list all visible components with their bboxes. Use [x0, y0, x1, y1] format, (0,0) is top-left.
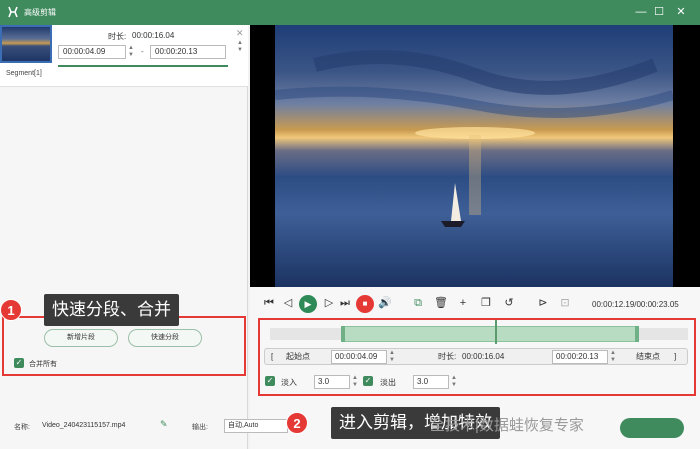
edit-name-icon[interactable]: ✎ — [160, 419, 168, 430]
start-time-stepper[interactable]: ▲ ▼ — [388, 350, 396, 364]
trim-duration-value: 00:00:16.04 — [462, 352, 505, 361]
video-frame — [275, 25, 673, 287]
minimize-icon[interactable]: — — [634, 5, 648, 19]
split-icon[interactable]: ⧉ — [411, 296, 425, 310]
end-bracket: ] — [674, 352, 677, 361]
timeline-selection[interactable] — [343, 326, 637, 342]
output-label: 输出: — [192, 424, 208, 431]
time-separator: - — [141, 47, 144, 56]
segment-progress-bar — [58, 65, 228, 67]
end-time-stepper[interactable]: ▲ ▼ — [609, 350, 617, 364]
step-back-icon[interactable]: ◁ — [281, 296, 295, 310]
time-readout: 00:00:12.19/00:00:23.05 — [592, 300, 679, 309]
skip-to-start-icon[interactable]: ⏮ — [262, 296, 276, 310]
playhead[interactable] — [495, 320, 497, 344]
output-select[interactable]: 自动,Auto — [224, 419, 288, 433]
quick-split-button[interactable]: 快速分段 — [128, 329, 202, 347]
skip-to-end-icon[interactable]: ⏭ — [338, 296, 352, 310]
step-badge-2: 2 — [286, 412, 308, 434]
segment-end-field[interactable]: 00:00:20.13 — [150, 45, 226, 59]
callout-1: 快速分段、合并 — [44, 294, 179, 326]
delete-icon[interactable]: 🗑 — [434, 296, 448, 310]
trim-end-handle[interactable] — [635, 326, 639, 342]
app-logo-icon — [6, 5, 20, 19]
segment-label: Segment[1] — [6, 70, 42, 77]
trim-start-handle[interactable] — [341, 326, 345, 342]
segment-duration-value: 00:00:16.04 — [132, 31, 175, 40]
step-badge-1: 1 — [0, 299, 22, 321]
mark-in-icon[interactable]: ⊳ — [536, 296, 550, 310]
undo-icon[interactable]: ↺ — [502, 296, 516, 310]
segment-start-field[interactable]: 00:00:04.09 — [58, 45, 126, 59]
segment-panel: Segment[1] 时长: 00:00:16.04 00:00:04.09 ▲… — [0, 25, 248, 449]
remove-segment-icon[interactable]: ✕ — [236, 28, 244, 39]
copy-icon[interactable]: ❐ — [479, 296, 493, 310]
add-icon[interactable]: + — [456, 296, 470, 310]
segment-duration-label: 时长: — [108, 32, 127, 41]
start-time-field[interactable]: 00:00:04.09 — [331, 350, 387, 364]
fade-in-field[interactable]: 3.0 — [314, 375, 350, 389]
sailboat-image — [275, 50, 673, 227]
stop-button[interactable]: ■ — [356, 295, 374, 313]
new-segment-button[interactable]: 新增片段 — [44, 329, 118, 347]
start-button[interactable] — [620, 418, 684, 438]
window-title: 高级剪辑 — [24, 8, 56, 17]
watermark: 全技术|数据蛙恢复专家 — [430, 417, 584, 434]
fade-in-checkbox[interactable]: ✓ — [265, 376, 275, 386]
segment-start-stepper[interactable]: ▲ ▼ — [127, 45, 135, 59]
fade-in-label: 淡入 — [281, 378, 297, 387]
trim-duration-label: 时长: — [438, 352, 457, 361]
fade-in-stepper[interactable]: ▲ ▼ — [351, 375, 359, 389]
name-label: 名称: — [14, 424, 30, 431]
fade-out-stepper[interactable]: ▲ ▼ — [450, 375, 458, 389]
merge-all-label: 合并所有 — [29, 361, 57, 368]
set-end-button[interactable]: 结束点 — [636, 348, 660, 365]
segment-end-stepper[interactable]: ▲ ▼ — [236, 40, 244, 54]
mark-out-icon[interactable]: ⊡ — [558, 296, 572, 310]
volume-icon[interactable]: 🔊 — [378, 296, 392, 310]
file-name: Video_240423115157.mp4 — [42, 422, 126, 429]
start-bracket: [ — [271, 352, 274, 361]
end-time-field[interactable]: 00:00:20.13 — [552, 350, 608, 364]
maximize-icon[interactable]: ☐ — [652, 5, 666, 19]
fade-out-field[interactable]: 3.0 — [413, 375, 449, 389]
segment-card[interactable]: Segment[1] 时长: 00:00:16.04 00:00:04.09 ▲… — [0, 25, 248, 87]
step-forward-icon[interactable]: ▷ — [322, 296, 336, 310]
title-bar: 高级剪辑 — ☐ ✕ — [0, 0, 700, 25]
merge-all-checkbox[interactable]: ✓ — [14, 358, 24, 368]
fade-out-checkbox[interactable]: ✓ — [363, 376, 373, 386]
close-icon[interactable]: ✕ — [674, 5, 688, 19]
segment-thumbnail[interactable] — [0, 25, 52, 63]
fade-out-label: 淡出 — [380, 378, 396, 387]
play-button[interactable]: ▶ — [299, 295, 317, 313]
set-start-button[interactable]: 起始点 — [286, 348, 310, 365]
